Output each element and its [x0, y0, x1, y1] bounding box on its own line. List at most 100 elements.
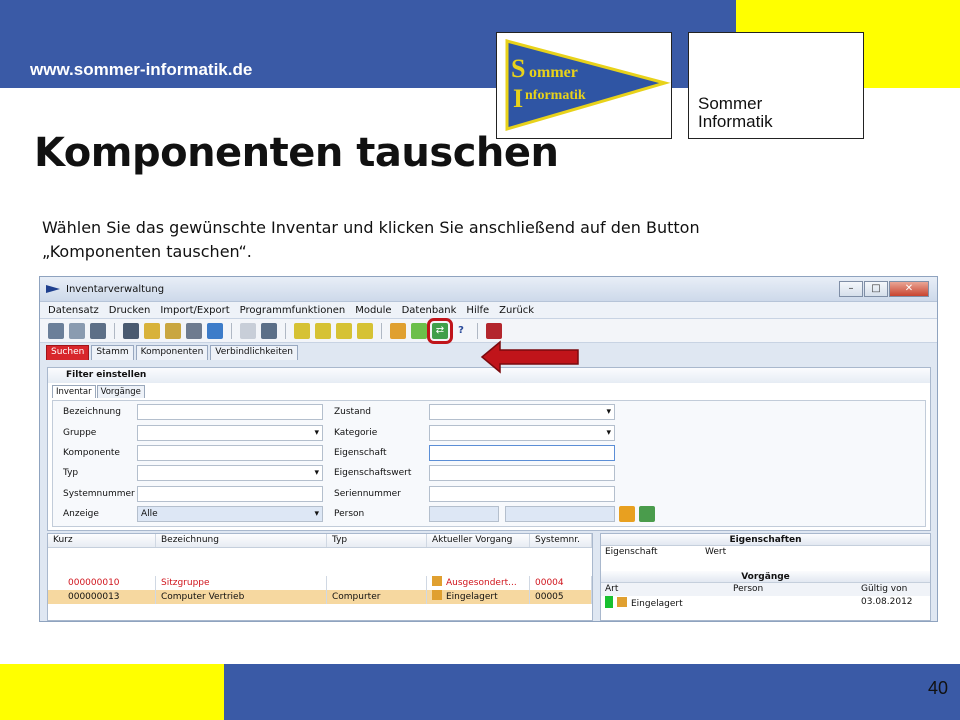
print-icon[interactable] [48, 322, 64, 339]
filter-title: Filter einstellen [66, 370, 147, 380]
first-record-icon[interactable] [294, 322, 310, 339]
components-icon[interactable] [411, 322, 427, 339]
maximize-button[interactable]: □ [864, 281, 888, 297]
label-anzeige: Anzeige [63, 509, 99, 519]
menu-item-datensatz[interactable]: Datensatz [48, 305, 99, 316]
separator [477, 322, 478, 339]
vorgang-text: Ausgesondert... [446, 578, 517, 588]
tab-stamm[interactable]: Stamm [91, 345, 134, 360]
previous-record-icon[interactable] [315, 322, 331, 339]
eigenschaftswert-field[interactable] [429, 465, 615, 481]
anzeige-select[interactable]: Alle [137, 506, 323, 522]
exit-icon[interactable] [486, 322, 502, 339]
svg-text:S: S [511, 54, 525, 83]
label-person: Person [334, 509, 365, 519]
box-icon [617, 597, 627, 607]
window-buttons: – □ ✕ [839, 281, 929, 297]
tab-suchen[interactable]: Suchen [46, 345, 90, 360]
zustand-select[interactable] [429, 404, 615, 420]
tools-icon[interactable] [207, 322, 223, 339]
menu-item-import-export[interactable]: Import/Export [160, 305, 229, 316]
subtab-vorgaenge[interactable]: Vorgänge [96, 385, 145, 398]
seriennummer-field[interactable] [429, 486, 615, 502]
binoculars-icon[interactable] [123, 322, 139, 339]
menu-item-drucken[interactable]: Drucken [109, 305, 151, 316]
save-icon[interactable] [240, 322, 256, 339]
minimize-button[interactable]: – [839, 281, 863, 297]
col-typ[interactable]: Typ [327, 534, 427, 547]
app-window: Inventarverwaltung – □ ✕ Datensatz Druck… [39, 276, 938, 622]
col-wert: Wert [705, 547, 727, 557]
cell-typ: Compurter [327, 590, 427, 604]
refresh-icon[interactable] [144, 322, 160, 339]
col-systemnr[interactable]: Systemnr. [530, 534, 592, 547]
label-komponente: Komponente [63, 448, 120, 458]
vorgang-row[interactable]: Eingelagert 03.08.2012 [601, 596, 930, 609]
gruppe-select[interactable] [137, 425, 323, 441]
separator [285, 322, 286, 339]
tab-komponenten[interactable]: Komponenten [135, 345, 209, 360]
subtab-inventar[interactable]: Inventar [52, 385, 96, 398]
eigenschaft-field[interactable] [429, 445, 615, 461]
red-arrow-icon [480, 340, 579, 374]
menu-item-zurueck[interactable]: Zurück [499, 305, 534, 316]
menu-item-module[interactable]: Module [355, 305, 391, 316]
eigenschaften-header: Eigenschaften [601, 534, 930, 546]
col-kurz[interactable]: Kurz [48, 534, 156, 547]
grid-header: Kurz Bezeichnung Typ Aktueller Vorgang S… [48, 534, 592, 548]
print-preview-icon[interactable] [69, 322, 85, 339]
box-icon [432, 576, 442, 586]
last-record-icon[interactable] [357, 322, 373, 339]
box-icon[interactable] [390, 322, 406, 339]
col-eigenschaft: Eigenschaft [605, 547, 658, 557]
komponente-field[interactable] [137, 445, 323, 461]
cell-datum: 03.08.2012 [861, 597, 913, 607]
label-eigenschaftswert: Eigenschaftswert [334, 468, 412, 478]
cell-kurz: 000000013 [48, 590, 156, 604]
person-id-field[interactable] [429, 506, 499, 522]
cell-person [733, 596, 861, 609]
menu-item-programmfunktionen[interactable]: Programmfunktionen [240, 305, 346, 316]
col-aktueller-vorgang[interactable]: Aktueller Vorgang [427, 534, 530, 547]
cell-vorgang: Ausgesondert... [427, 576, 530, 590]
art-text: Eingelagert [631, 599, 683, 609]
close-button[interactable]: ✕ [889, 281, 929, 297]
logo-text-line1: Sommer [698, 94, 763, 113]
swap-components-button[interactable]: ⇄ [427, 317, 453, 344]
reset-filter-button[interactable] [639, 506, 655, 522]
box-icon [432, 590, 442, 600]
cell-systemnr: 00005 [530, 590, 592, 604]
settings-icon[interactable] [90, 322, 106, 339]
footer-band-blue [224, 664, 960, 720]
table-row-selected[interactable]: 000000013 Computer Vertrieb Compurter Ei… [48, 590, 592, 604]
cell-bezeichnung: Sitzgruppe [156, 576, 327, 590]
label-eigenschaft: Eigenschaft [334, 448, 387, 458]
systemnummer-field[interactable] [137, 486, 323, 502]
table-row[interactable]: 000000010 Sitzgruppe Ausgesondert... 000… [48, 576, 592, 590]
label-zustand: Zustand [334, 407, 372, 417]
tab-verbindlichkeiten[interactable]: Verbindlichkeiten [210, 345, 298, 360]
status-indicator [605, 596, 613, 608]
menu-item-datenbank[interactable]: Datenbank [402, 305, 457, 316]
website-url: www.sommer-informatik.de [30, 60, 253, 79]
apply-filter-button[interactable] [619, 506, 635, 522]
col-bezeichnung[interactable]: Bezeichnung [156, 534, 327, 547]
typ-select[interactable] [137, 465, 323, 481]
gear-icon[interactable] [186, 322, 202, 339]
kategorie-select[interactable] [429, 425, 615, 441]
col-art: Art [605, 584, 619, 594]
menu-item-hilfe[interactable]: Hilfe [466, 305, 489, 316]
separator [231, 322, 232, 339]
person-name-field[interactable] [505, 506, 615, 522]
vorgaenge-columns: Art Person Gültig von [601, 583, 930, 596]
slide-description: Wählen Sie das gewünschte Inventar und k… [42, 218, 700, 261]
app-titlebar: Inventarverwaltung [40, 277, 937, 302]
cell-typ [327, 576, 427, 590]
next-record-icon[interactable] [336, 322, 352, 339]
label-seriennummer: Seriennummer [334, 489, 401, 499]
list-icon[interactable] [165, 322, 181, 339]
help-icon[interactable]: ? [453, 323, 469, 339]
delete-icon[interactable] [261, 322, 277, 339]
bezeichnung-field[interactable] [137, 404, 323, 420]
